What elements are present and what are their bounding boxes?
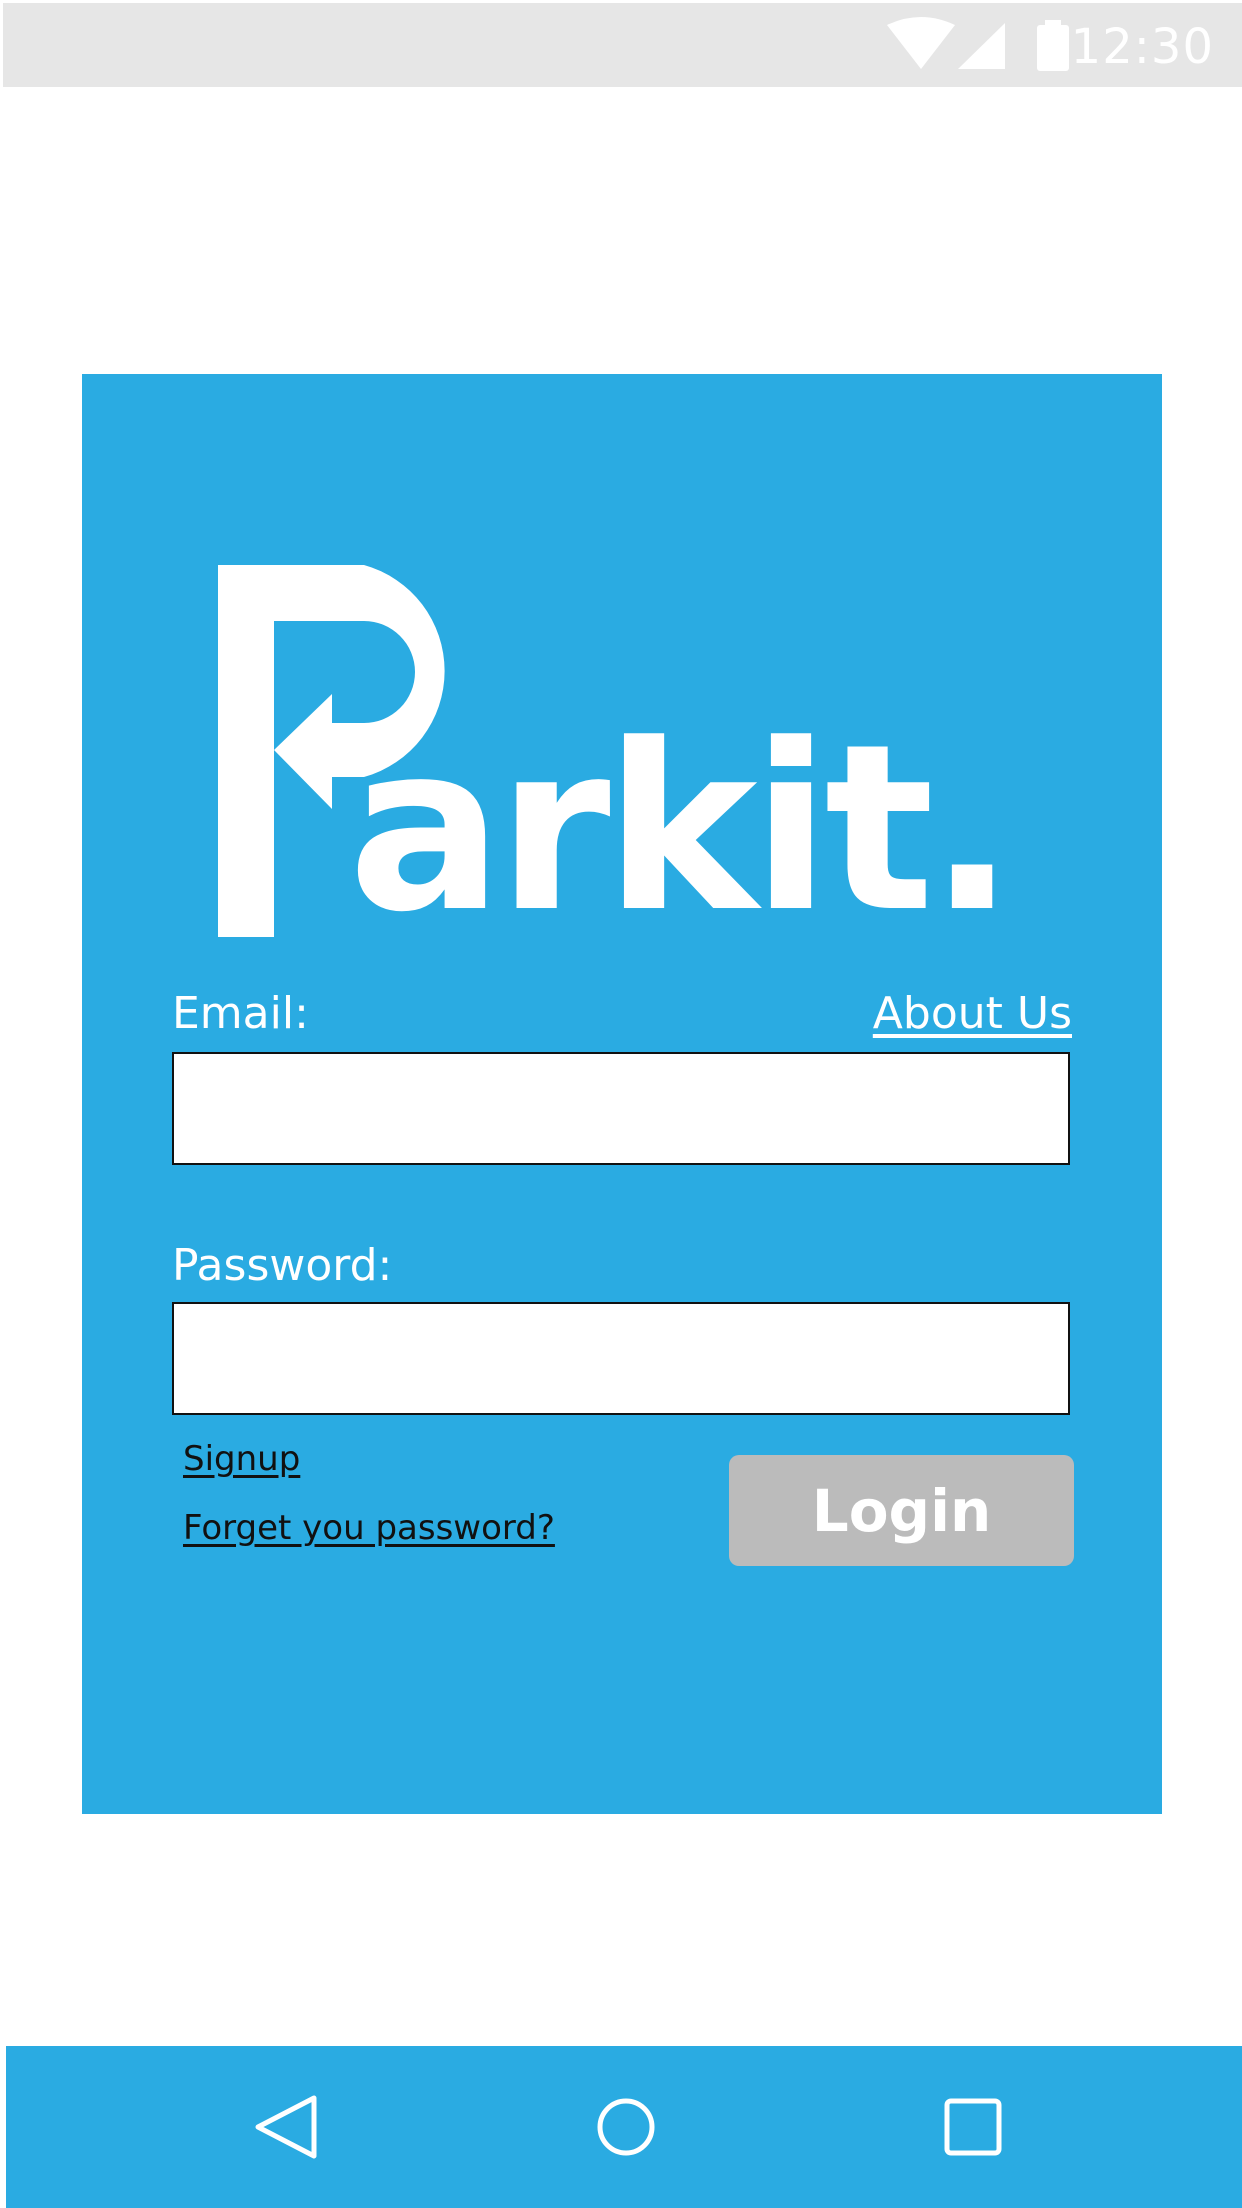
signal-icon: [958, 23, 1005, 69]
battery-icon: [1037, 20, 1069, 71]
back-icon: [255, 2095, 317, 2159]
back-button[interactable]: [226, 2046, 346, 2208]
recents-icon: [944, 2098, 1002, 2156]
wifi-icon: [887, 17, 955, 69]
about-us-link[interactable]: About Us: [873, 992, 1072, 1036]
navigation-bar: [6, 2046, 1242, 2208]
parkit-logo: arkit.: [218, 565, 1016, 945]
login-button[interactable]: Login: [729, 1455, 1074, 1566]
signup-link[interactable]: Signup: [183, 1442, 300, 1476]
email-field[interactable]: [172, 1052, 1070, 1165]
password-field[interactable]: [172, 1302, 1070, 1415]
password-label: Password:: [172, 1240, 393, 1291]
logo-wordmark: arkit.: [348, 696, 1016, 963]
status-time: 12:30: [1070, 19, 1214, 75]
home-button[interactable]: [566, 2046, 686, 2208]
forgot-password-link[interactable]: Forget you password?: [183, 1511, 555, 1545]
recents-button[interactable]: [914, 2046, 1034, 2208]
email-label: Email:: [172, 988, 309, 1039]
status-bar: 12:30: [3, 3, 1242, 87]
home-icon: [597, 2098, 655, 2156]
